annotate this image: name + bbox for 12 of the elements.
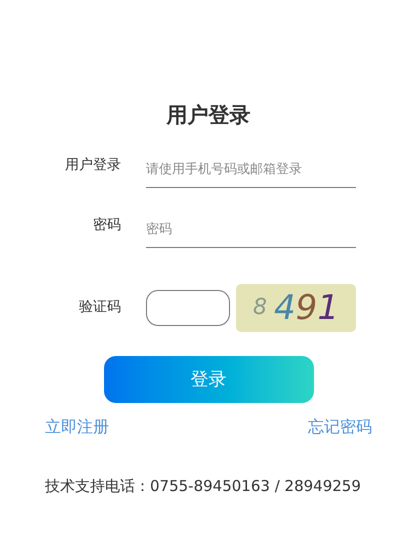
login-button[interactable]: 登录 <box>104 356 314 402</box>
input-field[interactable]: 请使用手机号码或邮箱登录 <box>146 152 356 188</box>
register-link[interactable]: 立即注册 <box>45 414 109 438</box>
field-label: 用户登录 <box>64 156 121 175</box>
captcha-field[interactable] <box>146 290 230 326</box>
captcha-image[interactable]: 8 491 <box>236 284 356 332</box>
login-title: 用户登录 <box>166 102 250 129</box>
input-field[interactable]: 密码 <box>146 212 356 248</box>
field-label: 验证码 <box>78 298 121 317</box>
support-phone: 技术支持电话：0755-89450163 / 28949259 <box>45 476 362 496</box>
field-label: 密码 <box>92 216 121 235</box>
forgot-password-link[interactable]: 忘记密码 <box>308 414 372 438</box>
